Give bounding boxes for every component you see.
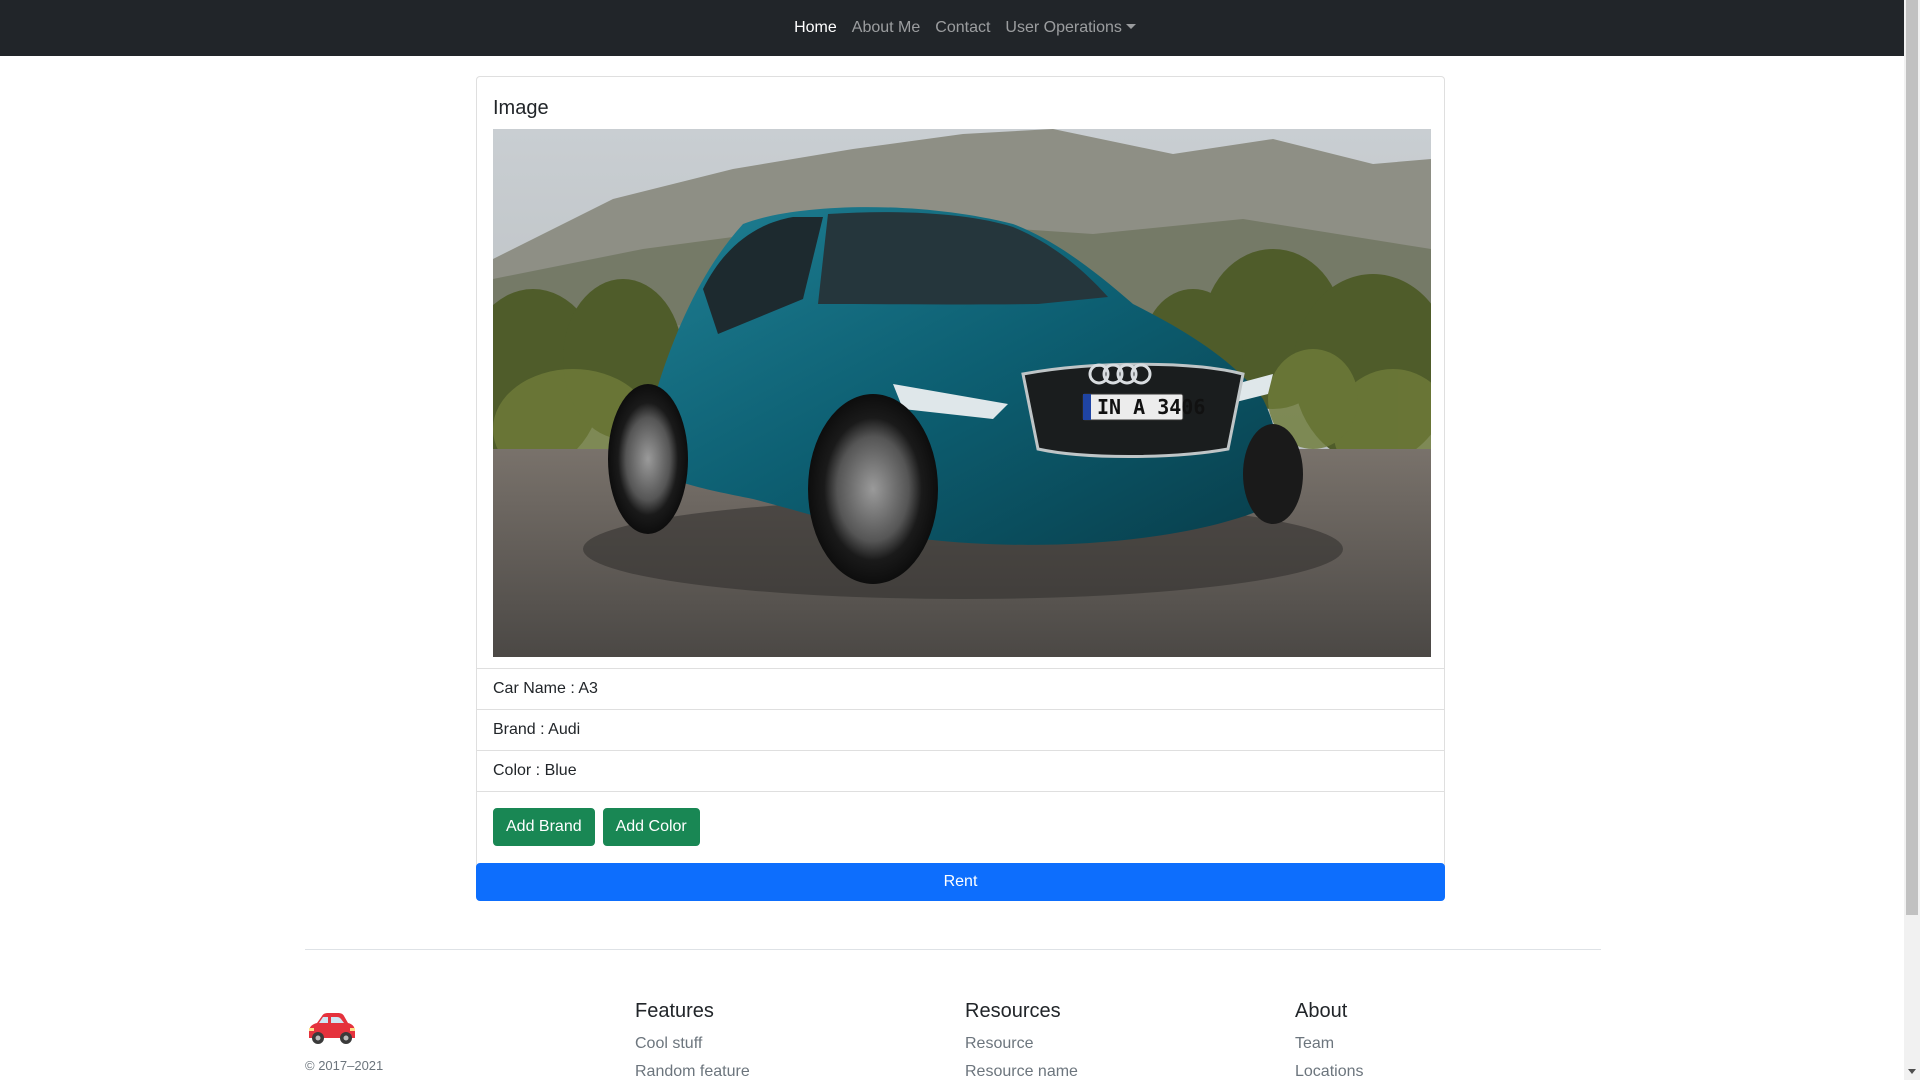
- footer-link-resource[interactable]: Resource: [965, 1030, 1078, 1058]
- color-field: Color : Blue: [477, 751, 1444, 792]
- car-detail-card: Image IN A 3406 Car Name: A3 Brand: Au…: [476, 76, 1445, 901]
- footer: © 2017–2021 Features Cool stuff Random f…: [305, 990, 1601, 1080]
- footer-link-cool-stuff[interactable]: Cool stuff: [635, 1030, 750, 1058]
- footer-heading-resources: Resources: [965, 1000, 1061, 1022]
- car-icon: [309, 1013, 355, 1044]
- footer-col-about: About Team Locations: [1295, 1000, 1364, 1080]
- footer-link-team[interactable]: Team: [1295, 1030, 1364, 1058]
- card-title: Image: [493, 97, 549, 119]
- top-navbar: Home About Me Contact User Operations: [0, 0, 1904, 56]
- nav-list: Home About Me Contact User Operations: [787, 11, 1144, 45]
- add-color-button[interactable]: Add Color: [602, 808, 700, 846]
- nav-user-operations-dropdown[interactable]: User Operations: [998, 11, 1144, 45]
- car-name-field: Car Name : A3: [477, 669, 1444, 710]
- scrollbar-thumb[interactable]: [1906, 0, 1918, 915]
- copyright-text: © 2017–2021: [305, 1058, 384, 1073]
- card-body: Image IN A 3406: [477, 77, 1444, 669]
- rent-button[interactable]: Rent: [476, 863, 1445, 901]
- svg-text:IN A 3406: IN A 3406: [1097, 395, 1205, 419]
- footer-link-locations[interactable]: Locations: [1295, 1058, 1364, 1080]
- nav-home[interactable]: Home: [787, 11, 845, 45]
- scroll-down-arrow-icon[interactable]: [1908, 1069, 1916, 1074]
- card-actions: Add Brand Add Color: [477, 792, 1444, 862]
- footer-link-random-feature[interactable]: Random feature: [635, 1058, 750, 1080]
- nav-contact[interactable]: Contact: [928, 11, 998, 45]
- nav-user-operations-label: User Operations: [1005, 19, 1122, 36]
- footer-col-features: Features Cool stuff Random feature: [635, 1000, 750, 1080]
- footer-logo: [305, 1010, 357, 1051]
- footer-col-resources: Resources Resource Resource name: [965, 1000, 1078, 1080]
- footer-link-resource-name[interactable]: Resource name: [965, 1058, 1078, 1080]
- caret-down-icon: [1125, 24, 1136, 29]
- add-brand-button[interactable]: Add Brand: [493, 808, 595, 846]
- car-photo: IN A 3406: [493, 129, 1431, 657]
- footer-heading-about: About: [1295, 1000, 1348, 1022]
- vertical-scrollbar[interactable]: [1904, 0, 1920, 1080]
- footer-divider: [305, 949, 1601, 950]
- nav-about-me[interactable]: About Me: [844, 11, 927, 45]
- footer-heading-features: Features: [635, 1000, 714, 1022]
- page: Home About Me Contact User Operations Im…: [0, 0, 1920, 1080]
- brand-field: Brand : Audi: [477, 710, 1444, 751]
